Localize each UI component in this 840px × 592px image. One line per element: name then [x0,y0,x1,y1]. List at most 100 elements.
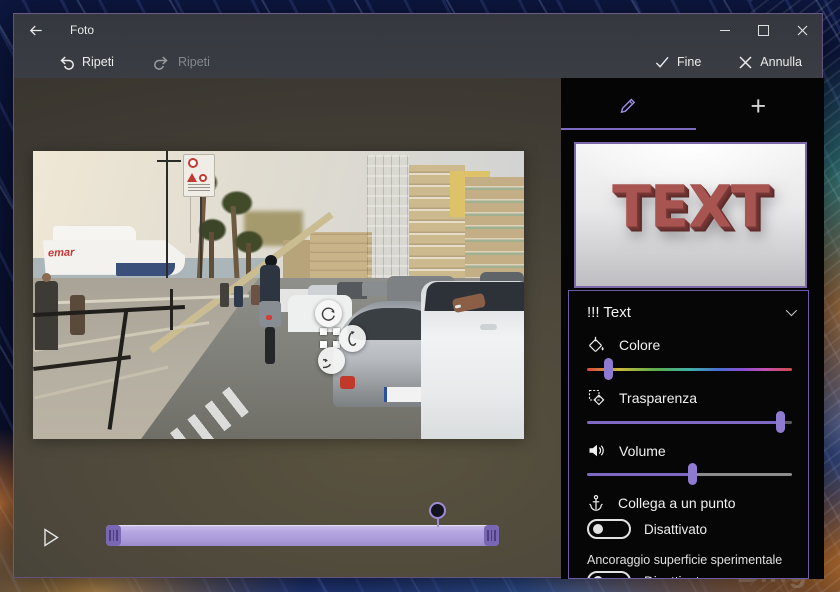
text-effect-expander: !!! Text Colore [568,290,809,579]
undo-icon [58,54,74,70]
effect-preview-text: TEXT [612,173,769,240]
gizmo-rotate-roll-handle[interactable] [318,347,345,374]
redo-button[interactable]: Ripeti [142,46,222,78]
play-button[interactable] [40,526,62,548]
toggle-knob [593,576,603,579]
ferry-graffiti-text: emar [48,247,75,260]
license-plate [384,387,421,401]
plus-icon: + [750,93,766,120]
redo-label: Ripeti [178,55,210,69]
redo-icon [154,54,170,70]
expander-header[interactable]: !!! Text [587,301,794,323]
road-sign-text-lines [188,184,210,191]
rotate-yaw-icon [344,330,361,347]
color-slider-track[interactable] [587,368,792,371]
pedestrian [220,283,230,306]
minimize-button[interactable] [705,14,744,46]
attach-point-toggle[interactable] [587,519,631,539]
pedestrian [70,295,85,335]
undo-label: Ripeti [82,55,114,69]
ferry-mast [190,197,191,243]
attach-point-row: Collega a un punto [587,494,736,512]
maximize-button[interactable] [744,14,783,46]
pedestrian [234,286,243,306]
volume-track-rest[interactable] [692,473,792,476]
window-controls [705,14,822,46]
color-bucket-icon [587,335,606,354]
anchor-icon [587,494,605,512]
surface-anchor-label: Ancoraggio superficie sperimentale [587,553,782,567]
timeline-track[interactable] [106,525,499,546]
volume-track-filled[interactable] [587,473,692,476]
toggle-knob [593,524,603,534]
video-preview: emar [33,151,524,439]
scooter-body [259,301,282,327]
lamppost-arm [157,160,182,162]
rotate-tilt-icon [320,305,337,322]
toolbar: Ripeti Ripeti Fine [14,46,822,78]
back-button[interactable] [14,14,56,46]
close-icon [797,25,808,36]
back-arrow-icon [27,22,44,39]
expander-title: !!! Text [587,304,631,321]
x-icon [739,56,752,69]
window-chrome: Foto Ripeti [14,14,822,78]
active-tab-indicator [561,128,696,130]
road-sign-circle [199,174,207,182]
surface-anchor-toggle[interactable] [587,571,631,579]
done-button[interactable]: Fine [642,46,713,78]
scooter-taillight [266,315,272,320]
surface-anchor-state: Disattivato [644,574,707,580]
attach-point-state: Disattivato [644,522,707,537]
tab-edit-effect[interactable] [561,78,693,134]
cancel-button[interactable]: Annulla [727,46,814,78]
maximize-icon [758,25,769,36]
tab-add-effect[interactable]: + [693,78,825,134]
trim-handle-start[interactable] [106,525,121,546]
volume-icon [587,441,606,460]
railing-post [170,289,173,329]
color-row: Colore [587,335,660,354]
cancel-label: Annulla [760,55,802,69]
close-button[interactable] [783,14,822,46]
app-title: Foto [70,23,94,37]
color-slider[interactable] [587,358,792,380]
trim-handle-end[interactable] [484,525,499,546]
color-label: Colore [619,337,660,353]
gizmo-move-handle[interactable] [320,328,340,348]
rider-body [260,265,281,305]
scooter-wheel [265,327,275,364]
minimize-icon [720,30,730,31]
road-sign-triangle [187,173,197,182]
chevron-down-icon [786,305,797,316]
pencil-icon [616,95,638,117]
color-slider-handle[interactable] [604,358,613,380]
toolbar-right: Fine Annulla [642,46,822,78]
volume-row: Volume [587,441,666,460]
rotate-roll-icon [323,352,340,369]
titlebar: Foto [14,14,822,46]
transparency-track-filled[interactable] [587,421,780,424]
attach-point-toggle-row: Disattivato [587,519,707,539]
effect-preview-card[interactable]: TEXT [574,142,807,288]
done-label: Fine [677,55,701,69]
move-square [320,328,327,335]
gizmo-rotate-tilt-handle[interactable] [315,300,342,327]
surface-anchor-toggle-row: Disattivato [587,571,707,579]
volume-slider[interactable] [587,463,792,485]
effects-panel: + TEXT !!! Text Colore [561,78,824,579]
car [362,281,387,297]
volume-label: Volume [619,443,666,459]
door-handle [480,324,497,330]
transparency-icon [587,388,606,407]
check-icon [654,55,669,69]
lamppost [166,151,169,295]
volume-slider-handle[interactable] [688,463,697,485]
playhead-marker[interactable] [429,502,446,519]
transparency-slider[interactable] [587,411,792,433]
undo-button[interactable]: Ripeti [46,46,126,78]
gizmo-rotate-yaw-handle[interactable] [339,325,366,352]
play-icon [43,528,59,547]
photos-app-window: Foto Ripeti [13,13,823,578]
transparency-slider-handle[interactable] [776,411,785,433]
